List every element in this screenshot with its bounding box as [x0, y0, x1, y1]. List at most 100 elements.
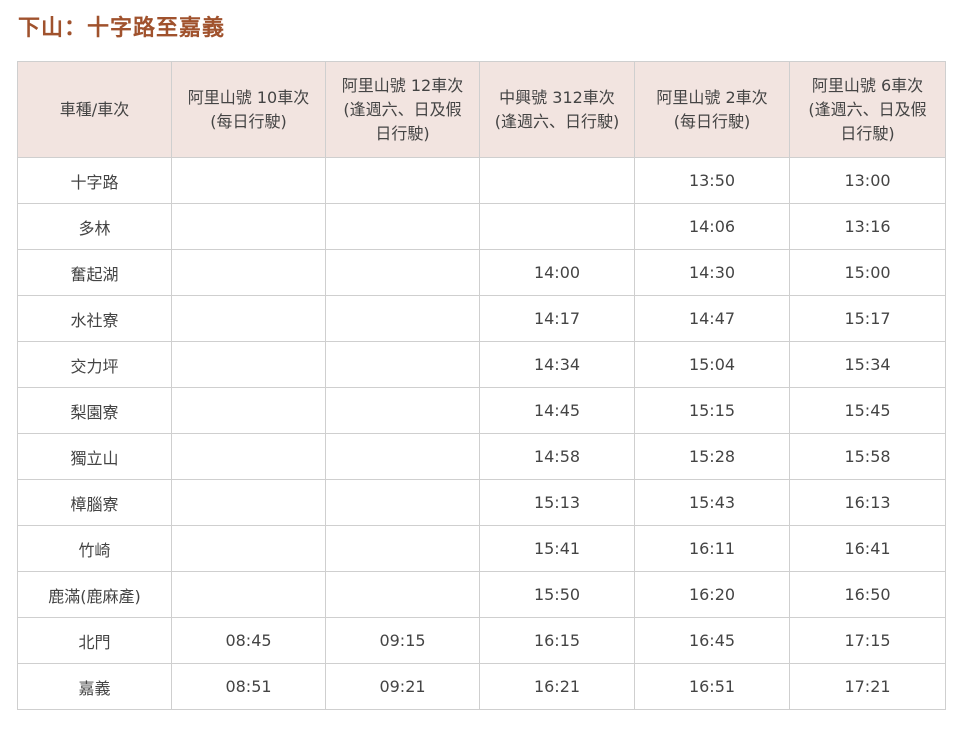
time-cell: 14:00 — [479, 249, 635, 296]
header-line: (逢週六、日及假 — [343, 99, 462, 119]
table-row: 多林 14:06 13:16 — [17, 203, 946, 250]
header-cell-train-2: 阿里山號 12車次 (逢週六、日及假 日行駛) — [325, 61, 480, 158]
time-cell: 16:11 — [634, 525, 790, 572]
table-row: 北門 08:45 09:15 16:15 16:45 17:15 — [17, 617, 946, 664]
time-cell: 16:50 — [789, 571, 946, 618]
time-cell — [325, 295, 480, 342]
header-line: (逢週六、日行駛) — [494, 111, 620, 131]
time-cell: 16:15 — [479, 617, 635, 664]
station-cell: 十字路 — [17, 157, 172, 204]
time-cell: 15:58 — [789, 433, 946, 480]
time-cell — [171, 203, 326, 250]
header-line: 阿里山號 10車次 — [187, 87, 310, 107]
time-cell: 14:17 — [479, 295, 635, 342]
time-cell: 09:15 — [325, 617, 480, 664]
time-cell: 14:58 — [479, 433, 635, 480]
time-cell — [479, 203, 635, 250]
time-cell — [171, 157, 326, 204]
time-cell — [325, 433, 480, 480]
time-cell: 16:51 — [634, 663, 790, 710]
time-cell — [479, 157, 635, 204]
station-cell: 水社寮 — [17, 295, 172, 342]
header-line: (每日行駛) — [210, 111, 287, 131]
time-cell — [171, 295, 326, 342]
time-cell — [171, 525, 326, 572]
time-cell: 15:15 — [634, 387, 790, 434]
time-cell: 13:16 — [789, 203, 946, 250]
time-cell: 13:50 — [634, 157, 790, 204]
time-cell: 14:45 — [479, 387, 635, 434]
table-row: 十字路 13:50 13:00 — [17, 157, 946, 204]
time-cell: 15:04 — [634, 341, 790, 388]
table-row: 梨園寮 14:45 15:15 15:45 — [17, 387, 946, 434]
station-cell: 多林 — [17, 203, 172, 250]
time-cell: 16:20 — [634, 571, 790, 618]
time-cell: 16:13 — [789, 479, 946, 526]
time-cell — [325, 571, 480, 618]
station-cell: 樟腦寮 — [17, 479, 172, 526]
station-cell: 獨立山 — [17, 433, 172, 480]
page-title: 下山：十字路至嘉義 — [18, 16, 226, 41]
time-cell: 17:21 — [789, 663, 946, 710]
time-cell — [171, 249, 326, 296]
time-cell: 15:00 — [789, 249, 946, 296]
header-line: (逢週六、日及假 — [808, 99, 927, 119]
time-cell: 16:45 — [634, 617, 790, 664]
station-cell: 竹崎 — [17, 525, 172, 572]
table-row: 鹿滿(鹿麻產) 15:50 16:20 16:50 — [17, 571, 946, 618]
time-cell: 15:13 — [479, 479, 635, 526]
time-cell: 14:47 — [634, 295, 790, 342]
time-cell: 14:06 — [634, 203, 790, 250]
time-cell — [171, 433, 326, 480]
header-cell-train-3: 中興號 312車次 (逢週六、日行駛) — [479, 61, 635, 158]
header-row: 車種/車次 阿里山號 10車次 (每日行駛) 阿里山號 12車次 (逢週六、日及假 日行駛… — [17, 61, 946, 158]
time-cell — [325, 387, 480, 434]
table-row: 交力坪 14:34 15:04 15:34 — [17, 341, 946, 388]
station-cell: 交力坪 — [17, 341, 172, 388]
time-cell: 15:43 — [634, 479, 790, 526]
time-cell: 15:17 — [789, 295, 946, 342]
table-row: 奮起湖 14:00 14:30 15:00 — [17, 249, 946, 296]
time-cell — [325, 479, 480, 526]
table-body: 十字路 13:50 13:00 多林 14:06 13:16 奮起湖 14:00 14:30 15… — [17, 157, 946, 710]
time-cell — [171, 479, 326, 526]
header-cell-train-4: 阿里山號 2車次 (每日行駛) — [634, 61, 790, 158]
header-cell-type: 車種/車次 — [17, 61, 172, 158]
time-cell: 16:21 — [479, 663, 635, 710]
station-cell: 北門 — [17, 617, 172, 664]
timetable: 車種/車次 阿里山號 10車次 (每日行駛) 阿里山號 12車次 (逢週六、日及假 日行駛… — [17, 61, 946, 710]
time-cell — [171, 341, 326, 388]
table-row: 竹崎 15:41 16:11 16:41 — [17, 525, 946, 572]
time-cell: 15:41 — [479, 525, 635, 572]
station-cell: 梨園寮 — [17, 387, 172, 434]
header-line: 阿里山號 2車次 — [656, 87, 768, 107]
header-cell-train-5: 阿里山號 6車次 (逢週六、日及假 日行駛) — [789, 61, 946, 158]
time-cell — [171, 571, 326, 618]
table-row: 水社寮 14:17 14:47 15:17 — [17, 295, 946, 342]
time-cell — [171, 387, 326, 434]
time-cell — [325, 525, 480, 572]
time-cell: 15:34 — [789, 341, 946, 388]
time-cell: 08:51 — [171, 663, 326, 710]
time-cell — [325, 203, 480, 250]
header-line: 日行駛) — [840, 123, 895, 143]
header-line: 日行駛) — [375, 123, 430, 143]
time-cell: 14:34 — [479, 341, 635, 388]
time-cell: 14:30 — [634, 249, 790, 296]
time-cell: 15:50 — [479, 571, 635, 618]
table-row: 獨立山 14:58 15:28 15:58 — [17, 433, 946, 480]
header-line: (每日行駛) — [673, 111, 751, 131]
header-line: 阿里山號 12車次 — [341, 75, 464, 95]
station-cell: 鹿滿(鹿麻產) — [17, 571, 172, 618]
header-line: 中興號 312車次 — [499, 87, 615, 107]
time-cell — [325, 341, 480, 388]
table-row: 嘉義 08:51 09:21 16:21 16:51 17:21 — [17, 663, 946, 710]
time-cell: 15:28 — [634, 433, 790, 480]
station-cell: 嘉義 — [17, 663, 172, 710]
time-cell: 08:45 — [171, 617, 326, 664]
time-cell: 13:00 — [789, 157, 946, 204]
time-cell: 15:45 — [789, 387, 946, 434]
time-cell — [325, 249, 480, 296]
table-row: 樟腦寮 15:13 15:43 16:13 — [17, 479, 946, 526]
time-cell — [325, 157, 480, 204]
